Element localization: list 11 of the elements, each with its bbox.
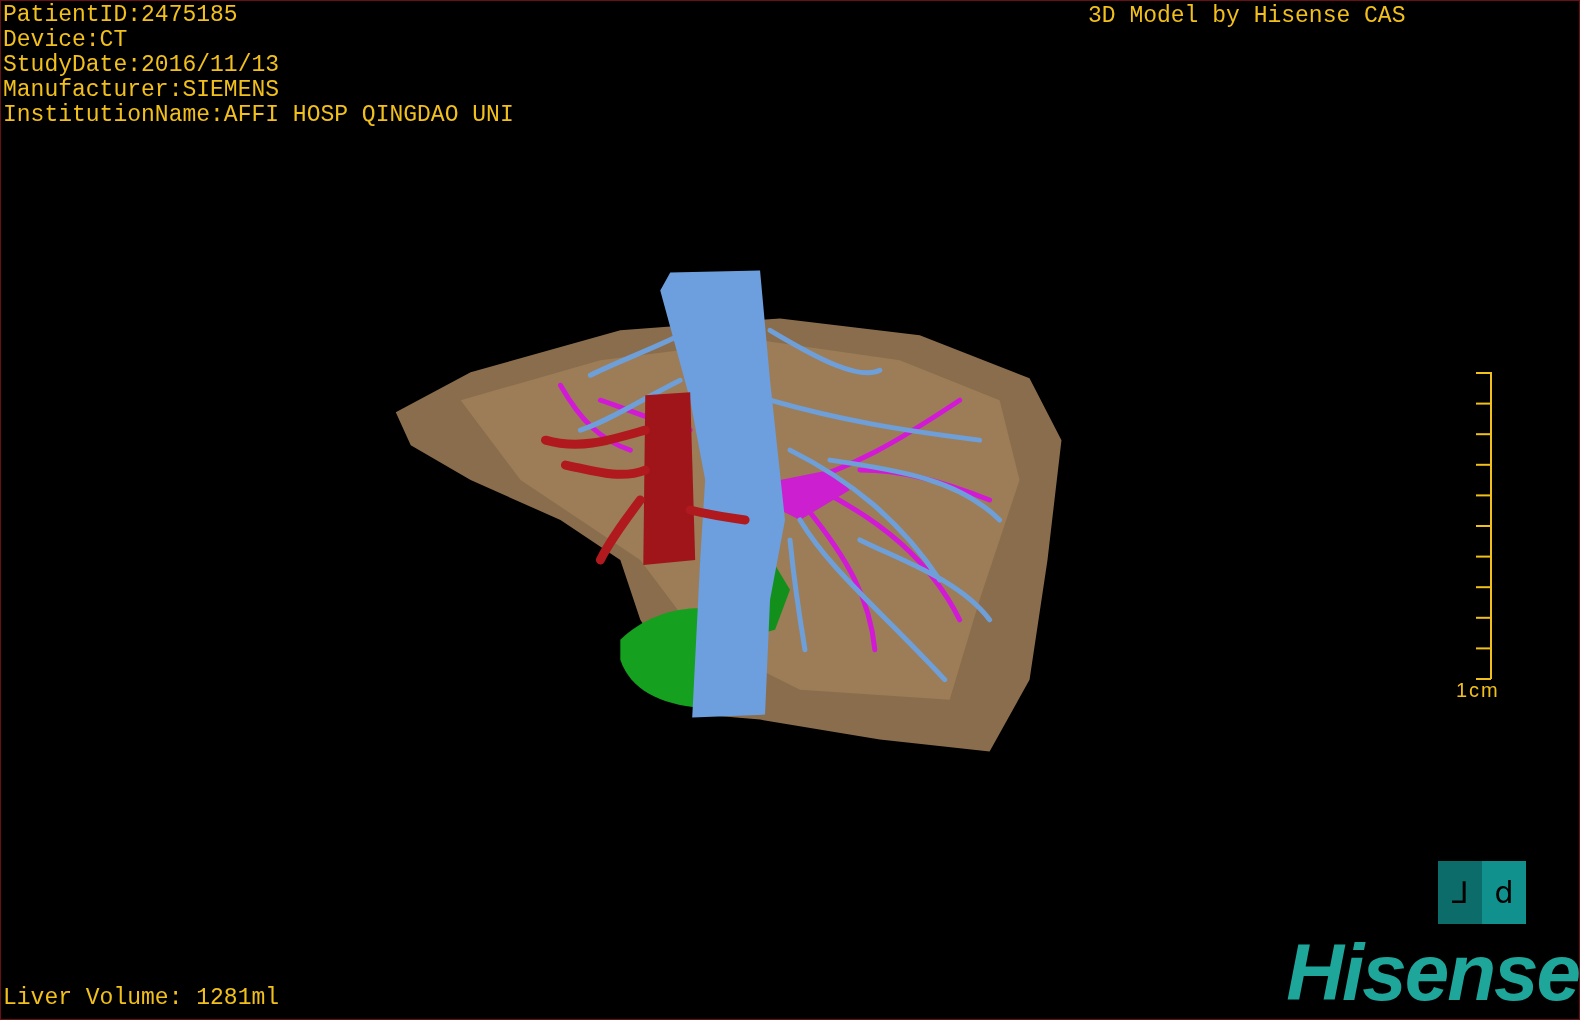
model-title: 3D Model by Hisense CAS — [1088, 4, 1406, 29]
info-text: PatientID:2475185 — [3, 3, 239, 28]
logo: Hisense — [1286, 933, 1579, 1013]
info-text: StudyDate:2016/11/13 — [3, 53, 281, 78]
scale-label: 1cm — [1456, 679, 1500, 702]
info-text: InstitutionName:AFFI HOSP QINGDAO UNI — [3, 103, 514, 128]
orientation-cube-face[interactable]: ⅃ — [1438, 861, 1482, 924]
info-text: Device:CT — [3, 28, 129, 53]
liver-volume-text: Liver Volume: 1281ml — [3, 986, 280, 1011]
orientation-cube-face[interactable]: d — [1482, 861, 1526, 924]
info-text: Manufacturer:SIEMENS — [3, 78, 281, 103]
